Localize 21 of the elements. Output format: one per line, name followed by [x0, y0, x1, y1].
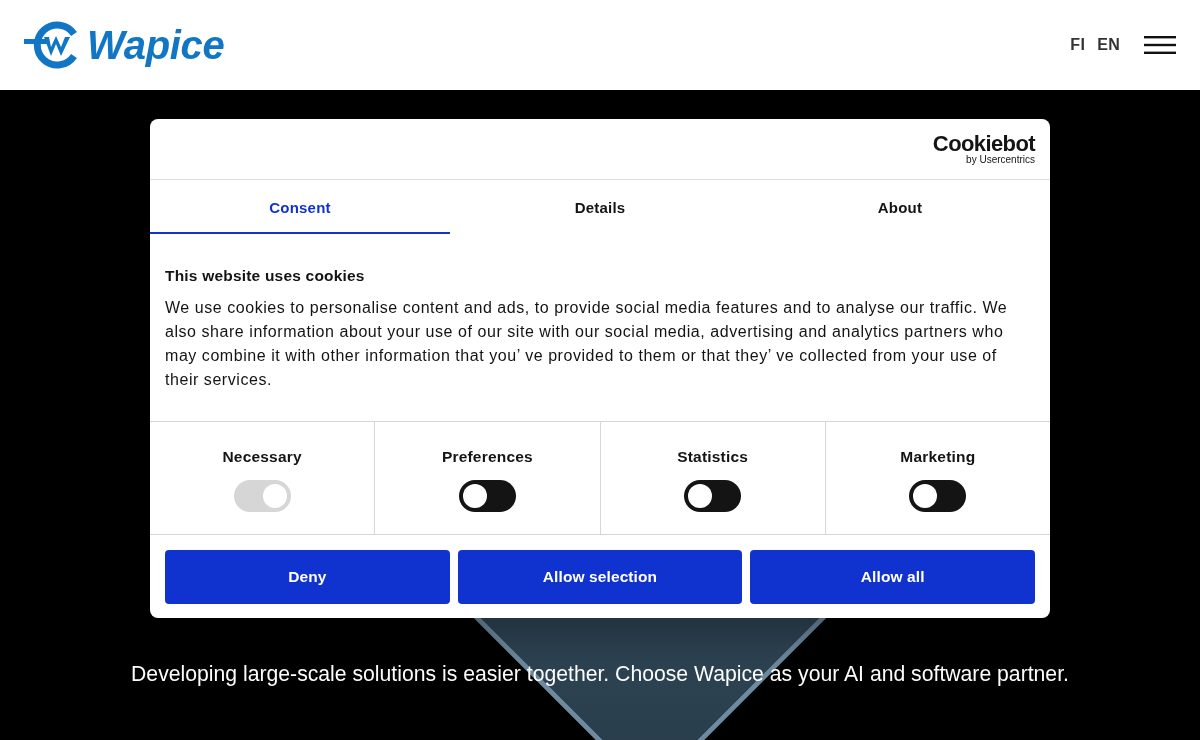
- category-label: Statistics: [677, 448, 749, 466]
- category-label: Necessary: [222, 448, 302, 466]
- dialog-text: We use cookies to personalise content and ads, to provide social media features and to analyse our traffic. We also share information about your use of our site with our social media, advertising and analytics partners who may combine it with other information that you’ ve provided to them or that they’ ve collected from your use of their services.: [165, 298, 1009, 390]
- hero-subtitle: Developing large-scale solutions is easier together. Choose Wapice as your AI and software partner.: [131, 661, 1069, 687]
- toggle-switch[interactable]: [684, 480, 742, 512]
- consent-button[interactable]: Allow selection: [457, 550, 743, 604]
- tab[interactable]: About: [750, 180, 1050, 234]
- menu-icon[interactable]: [1144, 36, 1176, 54]
- consent-button[interactable]: Deny: [165, 550, 450, 604]
- tab[interactable]: Consent: [150, 180, 450, 234]
- category-label: Preferences: [441, 448, 533, 466]
- brand-wordmark: Cookiebot: [932, 133, 1035, 154]
- toggle-switch[interactable]: [458, 480, 516, 512]
- language-link[interactable]: EN: [1097, 36, 1120, 54]
- toggle-switch[interactable]: [909, 480, 967, 512]
- consent-button[interactable]: Allow all: [750, 550, 1035, 604]
- dialog-title: This website uses cookies: [165, 266, 366, 286]
- category-label: Marketing: [900, 448, 976, 466]
- language-link[interactable]: FI: [1070, 36, 1086, 54]
- logo-wordmark[interactable]: Wapice: [87, 25, 225, 65]
- brand-tagline: by Usercentrics: [966, 153, 1035, 165]
